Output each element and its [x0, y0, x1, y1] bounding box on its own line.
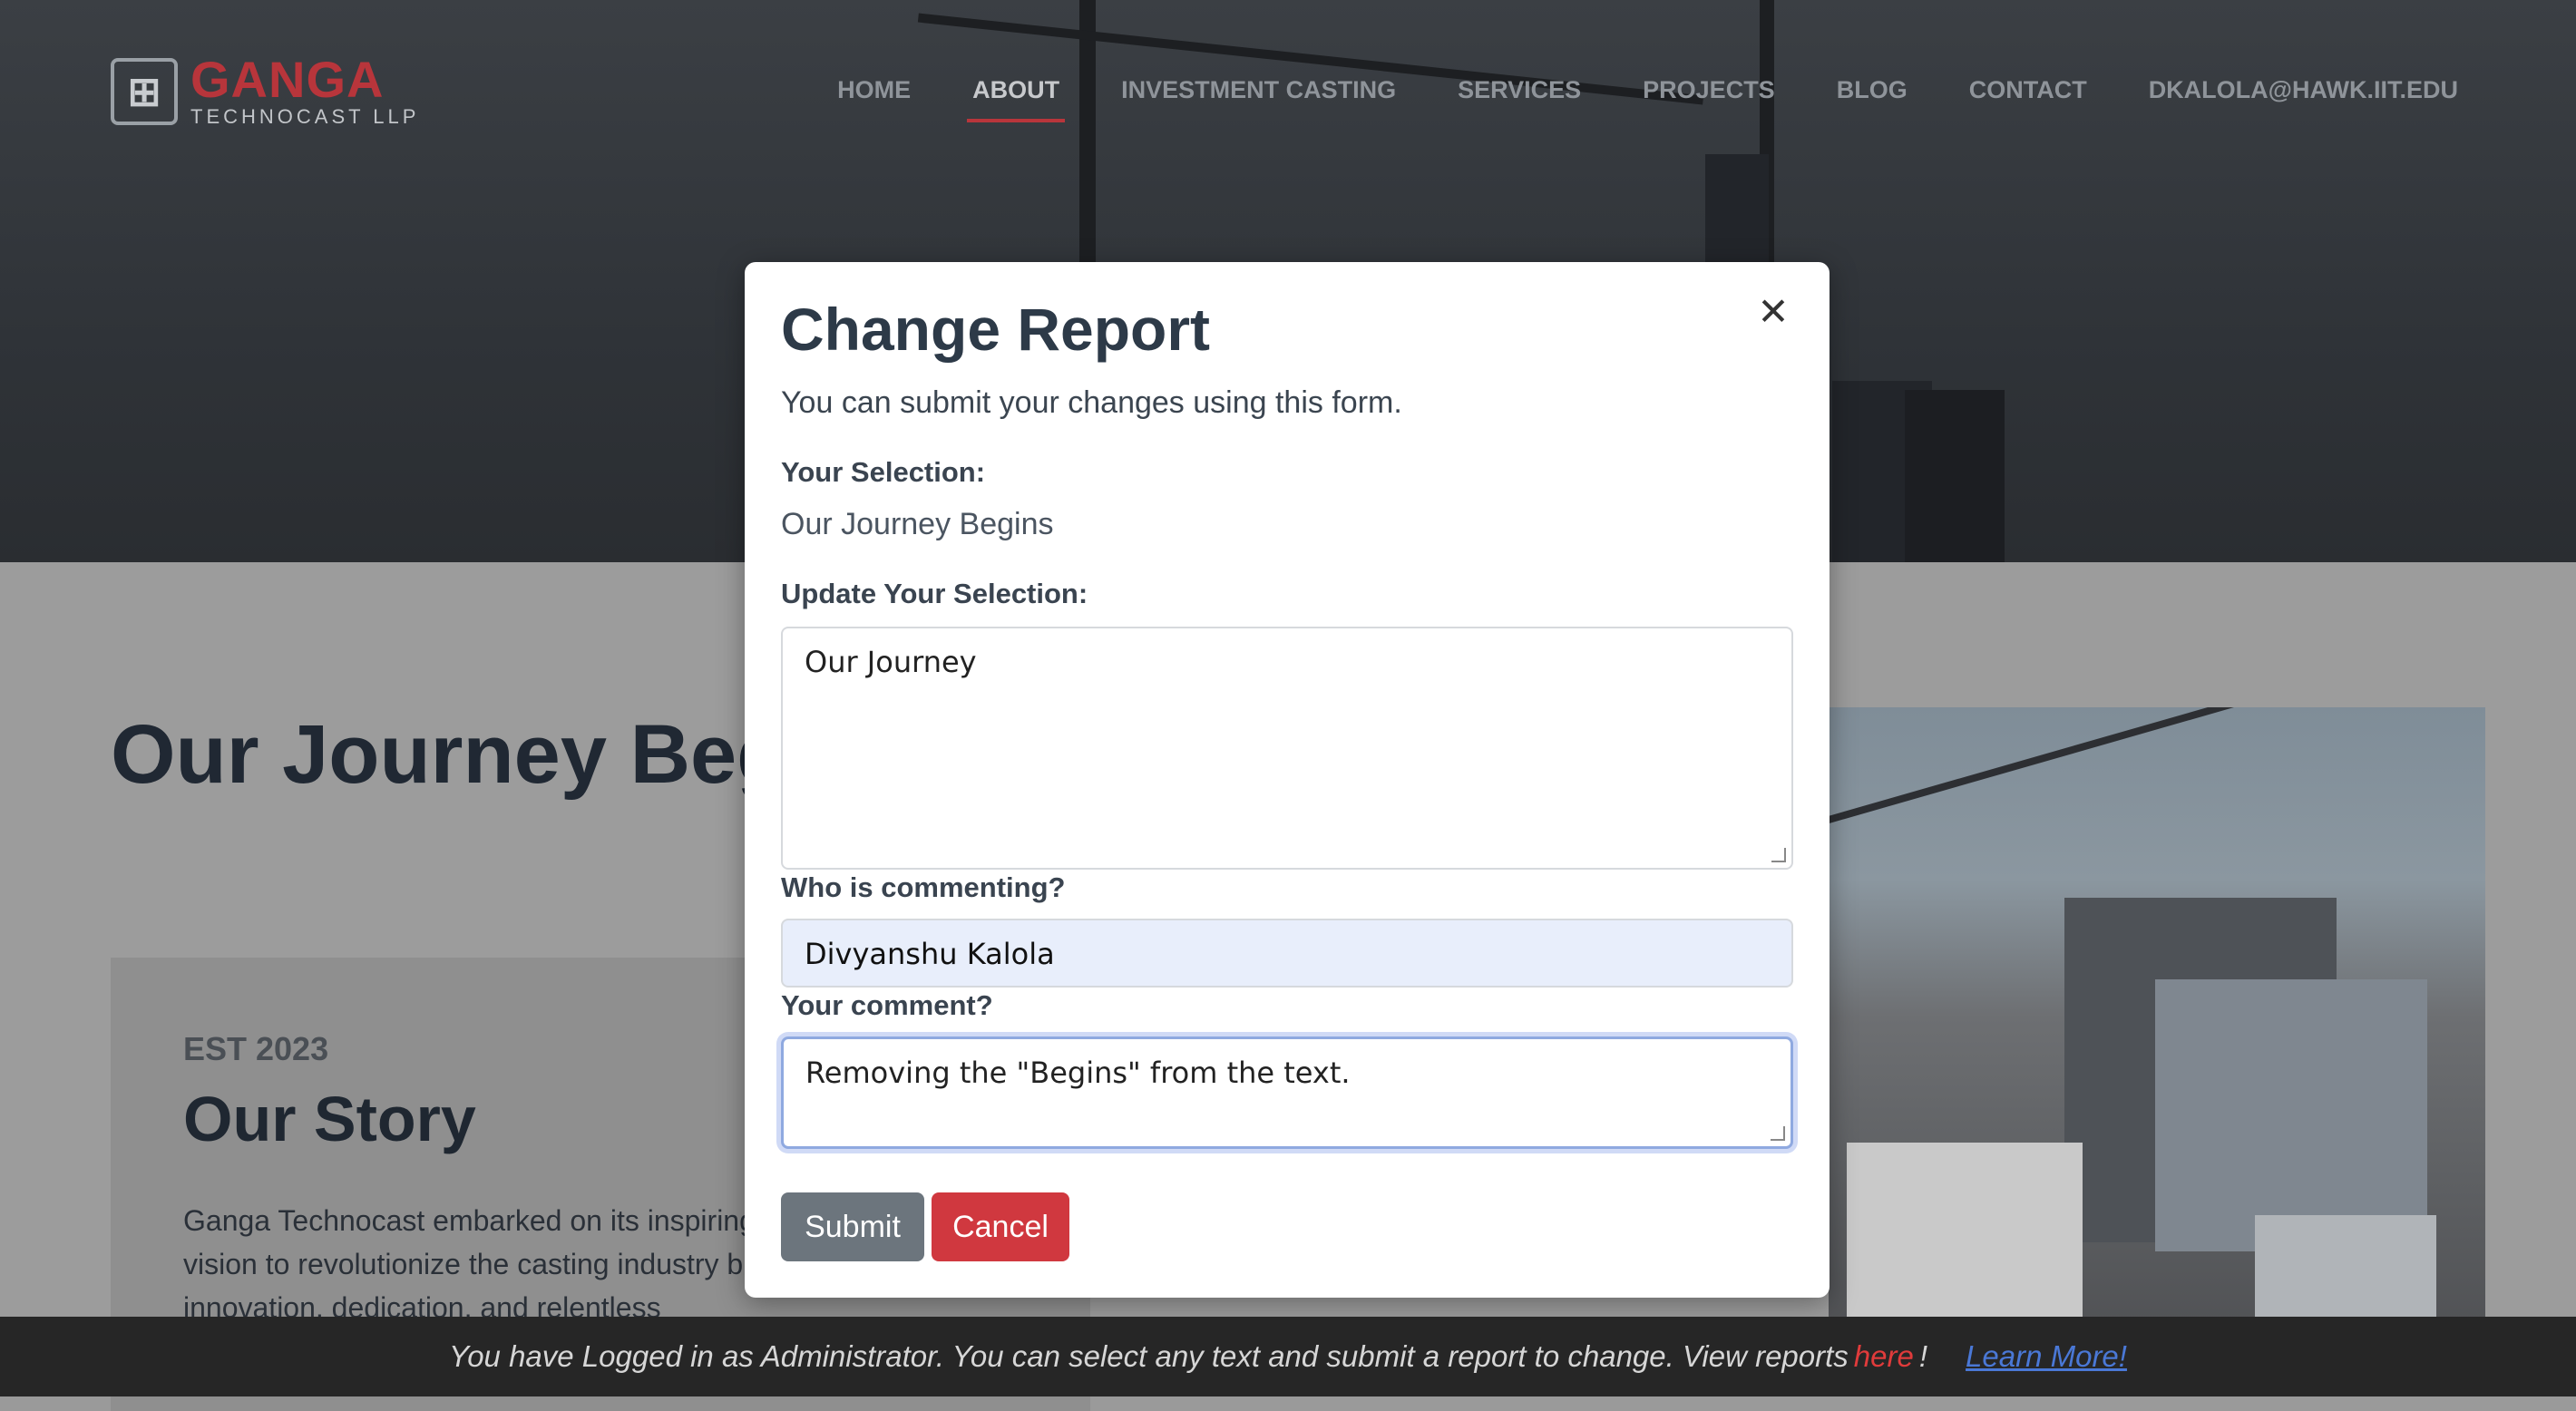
- commenter-input[interactable]: Divyanshu Kalola: [781, 919, 1793, 988]
- learn-more-link[interactable]: Learn More!: [1966, 1339, 2127, 1374]
- update-selection-textarea[interactable]: Our Journey: [781, 627, 1793, 870]
- update-selection-value: Our Journey: [805, 645, 977, 679]
- close-icon[interactable]: ✕: [1750, 287, 1797, 335]
- modal-description: You can submit your changes using this f…: [781, 385, 1402, 420]
- update-selection-label: Update Your Selection:: [781, 578, 1088, 609]
- view-reports-link[interactable]: here: [1854, 1339, 1914, 1374]
- comment-label: Your comment?: [781, 989, 993, 1021]
- modal-title: Change Report: [781, 296, 1211, 363]
- submit-button[interactable]: Submit: [781, 1192, 924, 1261]
- admin-notice-text: You have Logged in as Administrator. You…: [449, 1339, 1849, 1373]
- resize-handle-icon[interactable]: [1771, 1126, 1785, 1141]
- selection-value: Our Journey Begins: [781, 507, 1054, 541]
- comment-textarea[interactable]: Removing the "Begins" from the text.: [781, 1036, 1793, 1149]
- commenter-label: Who is commenting?: [781, 871, 1066, 903]
- cancel-button[interactable]: Cancel: [932, 1192, 1069, 1261]
- admin-notice-bar: You have Logged in as Administrator. You…: [0, 1317, 2576, 1396]
- resize-handle-icon[interactable]: [1771, 848, 1786, 862]
- selection-label: Your Selection:: [781, 456, 986, 488]
- comment-value: Removing the "Begins" from the text.: [805, 1056, 1351, 1090]
- admin-notice-exclaim: !: [1918, 1339, 1928, 1373]
- change-report-modal: Change Report ✕ You can submit your chan…: [745, 262, 1830, 1298]
